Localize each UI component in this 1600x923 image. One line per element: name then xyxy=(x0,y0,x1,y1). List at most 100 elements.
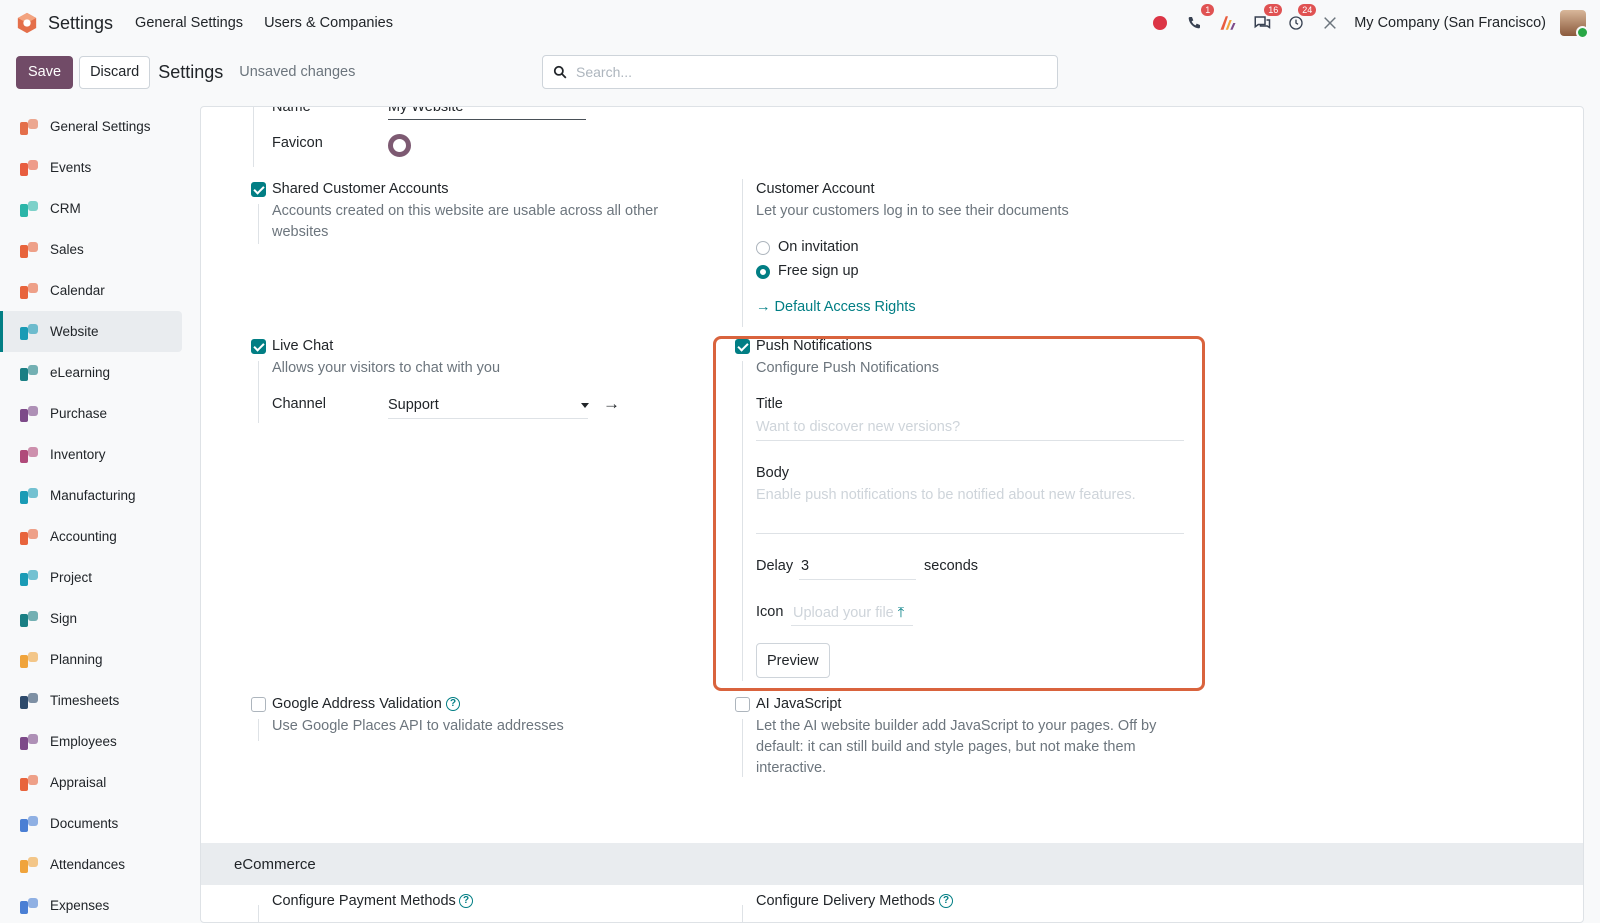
menu-general-settings[interactable]: General Settings xyxy=(135,15,243,31)
push-notifications-title: Push Notifications xyxy=(756,338,873,354)
search-input[interactable] xyxy=(576,64,1016,80)
sidebar-item-label: CRM xyxy=(50,201,81,216)
sidebar-item-accounting[interactable]: Accounting xyxy=(0,516,190,557)
website-name-input[interactable]: My Website xyxy=(388,107,463,115)
help-icon[interactable]: ? xyxy=(446,697,460,711)
icon-upload-field[interactable]: Upload your file ⤒ xyxy=(793,603,904,624)
delay-label: Delay xyxy=(756,558,794,574)
ecommerce-section-header: eCommerce xyxy=(201,843,1583,885)
sidebar-item-project[interactable]: Project xyxy=(0,557,190,598)
manufacturing-icon xyxy=(18,485,40,507)
google-address-desc: Use Google Places API to validate addres… xyxy=(272,718,564,734)
help-icon[interactable]: ? xyxy=(939,894,953,908)
website-icon xyxy=(18,321,40,343)
settings-sheet: Name My Website Favicon Shared Customer … xyxy=(200,106,1584,923)
messages-icon[interactable]: 16 xyxy=(1252,4,1283,33)
divider xyxy=(742,179,743,327)
live-chat-checkbox[interactable] xyxy=(251,339,266,354)
sign-icon xyxy=(18,608,40,630)
favicon-image[interactable] xyxy=(388,134,411,157)
sidebar-item-general-settings[interactable]: General Settings xyxy=(0,106,190,147)
sidebar-item-events[interactable]: Events xyxy=(0,147,190,188)
help-icon[interactable]: ? xyxy=(459,894,473,908)
chevron-down-icon[interactable] xyxy=(581,403,589,408)
sidebar-item-planning[interactable]: Planning xyxy=(0,639,190,680)
divider xyxy=(742,905,743,922)
control-panel: Save Discard Settings Unsaved changes xyxy=(0,46,1600,98)
recording-icon[interactable] xyxy=(1150,13,1170,33)
divider xyxy=(258,719,259,741)
default-access-rights-link[interactable]: → Default Access Rights xyxy=(756,299,916,315)
push-notifications-checkbox[interactable] xyxy=(735,339,750,354)
ai-javascript-checkbox[interactable] xyxy=(735,697,750,712)
push-notifications-desc: Configure Push Notifications xyxy=(756,360,939,376)
sidebar-item-crm[interactable]: CRM xyxy=(0,188,190,229)
name-underline xyxy=(388,119,586,120)
delay-input[interactable]: 3 xyxy=(801,558,809,574)
accounting-icon xyxy=(18,526,40,548)
preview-button[interactable]: Preview xyxy=(756,643,830,678)
odoo-settings-logo-icon[interactable] xyxy=(16,12,38,34)
discard-button[interactable]: Discard xyxy=(79,55,151,89)
user-avatar[interactable] xyxy=(1560,10,1589,39)
sidebar-item-calendar[interactable]: Calendar xyxy=(0,270,190,311)
channel-underline xyxy=(388,418,588,419)
settings-icon xyxy=(18,116,40,138)
push-title-input[interactable]: Want to discover new versions? xyxy=(756,417,960,438)
radio-free-signup[interactable] xyxy=(756,265,770,279)
breadcrumb: Settings xyxy=(158,61,224,82)
shared-accounts-checkbox[interactable] xyxy=(251,182,266,197)
google-address-checkbox[interactable] xyxy=(251,697,266,712)
debug-tools-icon[interactable] xyxy=(1320,13,1340,33)
sidebar-item-inventory[interactable]: Inventory xyxy=(0,434,190,475)
channel-select[interactable]: Support xyxy=(388,397,439,413)
search-bar[interactable] xyxy=(542,55,1058,89)
employees-icon xyxy=(18,731,40,753)
radio-on-invitation[interactable] xyxy=(756,241,770,255)
channel-open-arrow-icon[interactable]: → xyxy=(603,394,620,414)
sidebar-item-sales[interactable]: Sales xyxy=(0,229,190,270)
divider xyxy=(258,361,259,423)
sidebar-item-label: Timesheets xyxy=(50,693,120,708)
sidebar-item-appraisal[interactable]: Appraisal xyxy=(0,762,190,803)
sidebar-item-elearning[interactable]: eLearning xyxy=(0,352,190,393)
sidebar-item-label: General Settings xyxy=(50,119,151,134)
menu-users-companies[interactable]: Users & Companies xyxy=(264,15,393,31)
inventory-icon xyxy=(18,444,40,466)
sidebar-item-sign[interactable]: Sign xyxy=(0,598,190,639)
appraisal-icon xyxy=(18,772,40,794)
app-name[interactable]: Settings xyxy=(48,13,113,34)
save-button[interactable]: Save xyxy=(16,55,74,89)
push-body-input[interactable]: Enable push notifications to be notified… xyxy=(756,485,1136,506)
company-switcher[interactable]: My Company (San Francisco) xyxy=(1354,15,1546,31)
settings-sidebar: General Settings Events CRM Sales Calendar We… xyxy=(0,106,190,923)
free-signup-label[interactable]: Free sign up xyxy=(778,263,859,279)
sidebar-item-purchase[interactable]: Purchase xyxy=(0,393,190,434)
shared-accounts-title: Shared Customer Accounts xyxy=(272,181,449,197)
activity-clock-icon[interactable]: 24 xyxy=(1286,4,1317,33)
icon-label: Icon xyxy=(756,604,784,620)
ai-icon[interactable] xyxy=(1218,13,1238,33)
documents-icon xyxy=(18,813,40,835)
ai-javascript-desc: Let the AI website builder add JavaScrip… xyxy=(756,718,1157,776)
phone-icon[interactable]: 1 xyxy=(1184,4,1215,33)
icon-upload-placeholder: Upload your file xyxy=(793,605,894,621)
push-title-underline xyxy=(756,440,1184,441)
sidebar-item-documents[interactable]: Documents xyxy=(0,803,190,844)
sidebar-item-manufacturing[interactable]: Manufacturing xyxy=(0,475,190,516)
sidebar-item-expenses[interactable]: Expenses xyxy=(0,885,190,923)
sidebar-item-website[interactable]: Website xyxy=(0,311,182,352)
delay-underline xyxy=(799,579,916,580)
shared-accounts-desc: Accounts created on this website are usa… xyxy=(272,203,659,240)
sidebar-item-label: Manufacturing xyxy=(50,488,136,503)
sidebar-item-timesheets[interactable]: Timesheets xyxy=(0,680,190,721)
sidebar-item-label: Website xyxy=(50,324,99,339)
sidebar-item-label: Employees xyxy=(50,734,117,749)
live-chat-desc: Allows your visitors to chat with you xyxy=(272,360,501,376)
name-label: Name xyxy=(272,106,311,115)
on-invitation-label[interactable]: On invitation xyxy=(778,239,859,255)
divider xyxy=(742,719,743,777)
sidebar-item-employees[interactable]: Employees xyxy=(0,721,190,762)
sidebar-item-attendances[interactable]: Attendances xyxy=(0,844,190,885)
customer-account-title: Customer Account xyxy=(756,181,875,197)
